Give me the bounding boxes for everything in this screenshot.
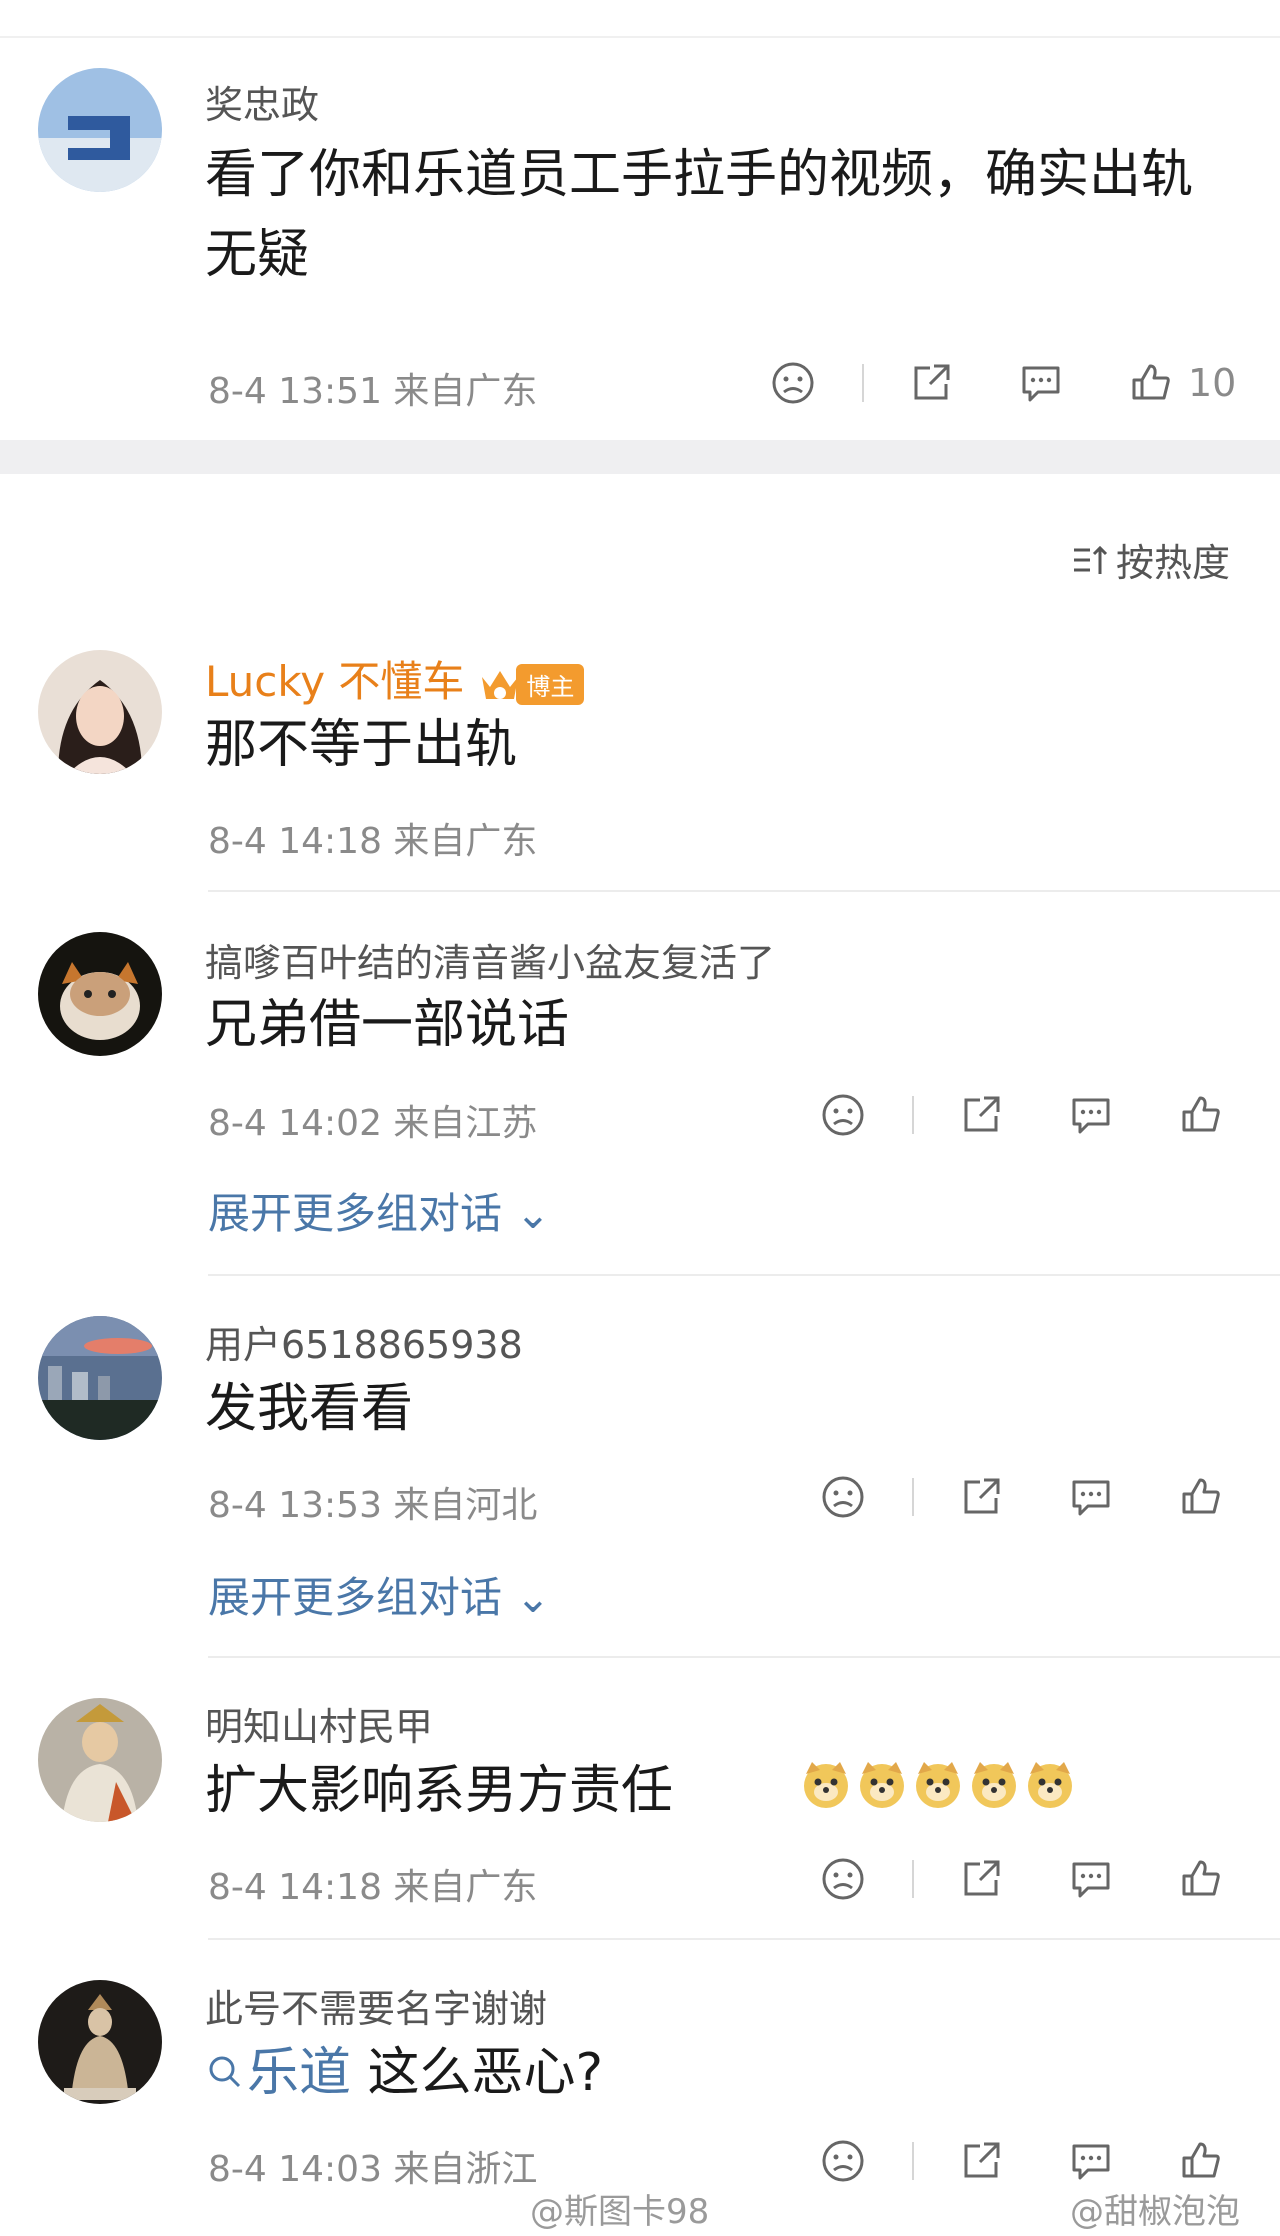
separator	[208, 1938, 1280, 1940]
comment-meta: 8-4 14:03 来自浙江	[208, 2149, 538, 2190]
share-icon[interactable]	[958, 1474, 1004, 1520]
doge-emoji-icon	[1028, 1762, 1072, 1808]
blogger-badge: 博主	[478, 664, 585, 705]
comment-icon[interactable]	[1068, 1856, 1114, 1902]
like-count: 10	[1188, 361, 1237, 405]
doge-emoji-icon	[860, 1762, 904, 1808]
comment-text: 乐道 这么恶心?	[205, 2034, 603, 2112]
comment-text: 那不等于出轨	[205, 715, 518, 775]
comment-icon[interactable]	[1068, 2138, 1114, 2184]
doge-emoji-row	[800, 1758, 1076, 1810]
avatar[interactable]	[38, 650, 162, 774]
username[interactable]: 明知山村民甲	[205, 1696, 433, 1751]
avatar[interactable]	[38, 1698, 162, 1822]
avatar[interactable]	[38, 1980, 162, 2104]
comment-actions	[820, 1856, 1224, 1902]
dislike-icon[interactable]	[820, 1092, 866, 1138]
like-icon[interactable]	[1178, 1856, 1224, 1902]
comment-text-line2: 无疑	[205, 225, 310, 285]
comment-meta: 8-4 14:18 来自广东	[208, 821, 538, 862]
separator	[208, 1274, 1280, 1276]
dislike-icon[interactable]	[770, 360, 816, 406]
share-icon[interactable]	[958, 2138, 1004, 2184]
comment-icon[interactable]	[1018, 360, 1064, 406]
search-term: 乐道	[247, 2043, 352, 2103]
comment-meta: 8-4 13:53 来自河北	[208, 1485, 538, 1526]
comment-text: 看了你和乐道员工手拉手的视频，确实出轨	[205, 145, 1194, 205]
username[interactable]: 奖忠政	[205, 74, 319, 129]
comment-icon[interactable]	[1068, 1092, 1114, 1138]
share-icon[interactable]	[908, 360, 954, 406]
comment-text: 扩大影响系男方责任	[205, 1761, 674, 1821]
avatar[interactable]	[38, 1316, 162, 1440]
share-icon[interactable]	[958, 1092, 1004, 1138]
chevron-down-icon: ⌄	[502, 1573, 551, 1622]
comment-text: 兄弟借一部说话	[205, 995, 570, 1055]
divider	[912, 1096, 914, 1134]
comment-text: 发我看看	[205, 1379, 414, 1439]
expand-replies-link[interactable]: 展开更多组对话 ⌄	[208, 1180, 551, 1241]
comment-meta: 8-4 14:18 来自广东	[208, 1867, 538, 1908]
separator	[208, 1656, 1280, 1658]
comment-actions: 10	[770, 360, 1236, 406]
sort-toggle[interactable]: 按热度	[1070, 532, 1230, 587]
username[interactable]: 此号不需要名字谢谢	[205, 1978, 547, 2033]
username[interactable]: 用户6518865938	[205, 1314, 523, 1369]
comment-meta: 8-4 14:02 来自江苏	[208, 1103, 538, 1144]
divider	[862, 364, 864, 402]
comment-actions	[820, 1474, 1224, 1520]
comment-actions	[820, 2138, 1224, 2184]
expand-label: 展开更多组对话	[208, 1189, 503, 1238]
dislike-icon[interactable]	[820, 1856, 866, 1902]
comment-text-rest: 这么恶心?	[351, 2043, 604, 2103]
dislike-icon[interactable]	[820, 1474, 866, 1520]
sort-label: 按热度	[1115, 541, 1230, 585]
comment-icon[interactable]	[1068, 1474, 1114, 1520]
avatar[interactable]	[38, 68, 162, 192]
username[interactable]: 搞嗲百叶结的清音酱小盆友复活了	[205, 932, 775, 987]
username[interactable]: Lucky 不懂车 博主	[205, 648, 585, 709]
search-icon	[209, 2056, 241, 2088]
chevron-down-icon: ⌄	[502, 1189, 551, 1238]
dislike-icon[interactable]	[820, 2138, 866, 2184]
share-icon[interactable]	[958, 1856, 1004, 1902]
avatar[interactable]	[38, 932, 162, 1056]
search-link[interactable]: 乐道	[205, 2043, 351, 2103]
comment-actions	[820, 1092, 1224, 1138]
divider	[912, 2142, 914, 2180]
top-divider	[0, 36, 1280, 38]
like-icon[interactable]	[1178, 1474, 1224, 1520]
like-icon[interactable]	[1128, 360, 1174, 406]
doge-emoji-icon	[916, 1762, 960, 1808]
sort-icon	[1073, 545, 1108, 574]
watermark-left: @斯图卡98	[530, 2192, 710, 2232]
section-divider	[0, 440, 1280, 474]
doge-emoji-icon	[972, 1762, 1016, 1808]
divider	[912, 1860, 914, 1898]
separator	[208, 890, 1280, 892]
like-icon[interactable]	[1178, 1092, 1224, 1138]
watermark-right: @甜椒泡泡	[1070, 2192, 1240, 2232]
divider	[912, 1478, 914, 1516]
expand-label: 展开更多组对话	[208, 1573, 503, 1622]
comment-meta: 8-4 13:51 来自广东	[208, 371, 538, 412]
like-icon[interactable]	[1178, 2138, 1224, 2184]
username-text: Lucky 不懂车	[205, 657, 465, 706]
doge-emoji-icon	[804, 1762, 848, 1808]
expand-replies-link[interactable]: 展开更多组对话 ⌄	[208, 1564, 551, 1625]
